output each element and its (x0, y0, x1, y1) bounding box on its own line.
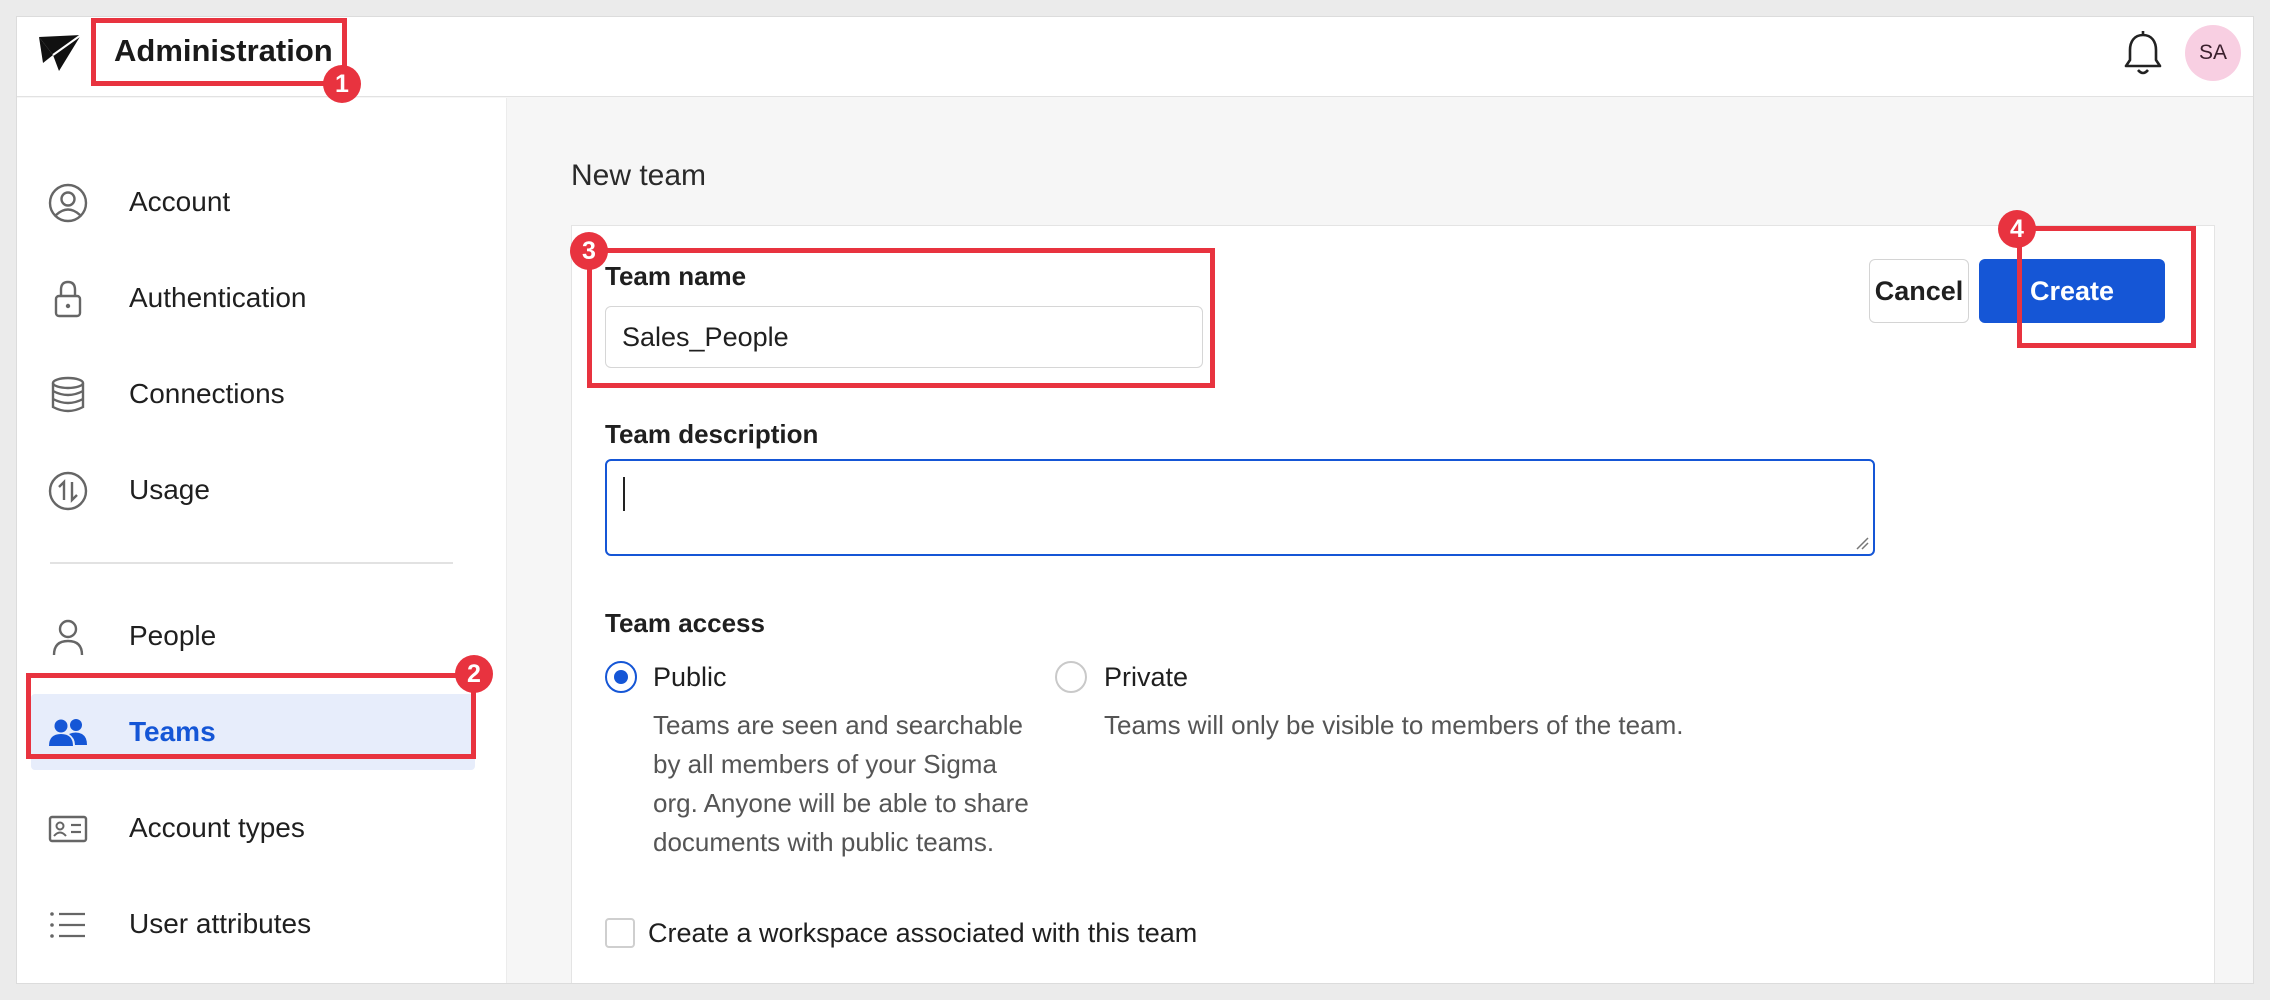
sidebar-item-account-types[interactable]: Account types (31, 790, 475, 866)
sidebar-item-label: Account (129, 186, 231, 217)
private-description: Teams will only be visible to members of… (1104, 710, 1684, 740)
sidebar-item-label: Authentication (129, 282, 307, 313)
app-window: Administration SA Account Authentication (16, 16, 2254, 984)
page-title: Administration (114, 33, 333, 68)
id-card-icon (47, 808, 89, 850)
text-caret (623, 477, 625, 511)
usage-arrows-icon (47, 470, 89, 512)
sidebar-item-label: Teams (129, 716, 216, 747)
admin-sidebar: Account Authentication Connections Usage (17, 98, 507, 983)
annotation-marker-4: 4 (1998, 210, 2036, 248)
user-avatar[interactable]: SA (2185, 25, 2241, 81)
person-icon (47, 616, 89, 658)
new-team-form: Team name Cancel Create Team description… (571, 225, 2215, 983)
sidebar-item-label: Usage (129, 474, 210, 505)
sigma-logo-icon[interactable] (37, 33, 83, 75)
team-name-label: Team name (605, 261, 747, 291)
public-radio-label[interactable]: Public (653, 662, 727, 693)
workspace-checkbox[interactable] (605, 918, 635, 948)
team-description-textarea[interactable] (605, 459, 1875, 556)
create-button[interactable]: Create (1979, 259, 2165, 323)
sidebar-item-connections[interactable]: Connections (31, 356, 475, 432)
lock-icon (47, 278, 89, 320)
sidebar-divider (50, 562, 453, 564)
sidebar-item-label: Account types (129, 812, 305, 843)
resize-grip-icon[interactable] (1853, 534, 1869, 550)
sidebar-item-usage[interactable]: Usage (31, 452, 475, 528)
sidebar-item-authentication[interactable]: Authentication (31, 260, 475, 336)
form-title: New team (571, 159, 707, 192)
private-radio[interactable] (1055, 661, 1087, 693)
bell-icon[interactable] (2121, 29, 2165, 79)
sidebar-item-label: User attributes (129, 908, 312, 939)
sidebar-item-teams[interactable]: Teams (31, 694, 475, 770)
public-radio[interactable] (605, 661, 637, 693)
workspace-checkbox-label[interactable]: Create a workspace associated with this … (648, 918, 1197, 949)
sidebar-item-label: People (129, 620, 217, 651)
sidebar-item-people[interactable]: People (31, 598, 475, 674)
annotation-marker-2: 2 (455, 655, 493, 693)
team-description-label: Team description (605, 419, 819, 449)
team-name-input[interactable] (605, 306, 1203, 368)
sidebar-item-account[interactable]: Account (31, 164, 475, 240)
sidebar-item-user-attributes[interactable]: User attributes (31, 886, 475, 962)
team-access-label: Team access (605, 608, 765, 638)
database-icon (47, 374, 89, 416)
private-radio-label[interactable]: Private (1104, 662, 1188, 693)
team-icon (47, 712, 89, 754)
annotation-marker-3: 3 (570, 232, 608, 270)
cancel-button[interactable]: Cancel (1869, 259, 1969, 323)
list-icon (47, 904, 89, 946)
public-description: Teams are seen and searchable by all mem… (653, 710, 1029, 857)
user-circle-icon (47, 182, 89, 224)
annotation-marker-1: 1 (323, 65, 361, 103)
sidebar-item-label: Connections (129, 378, 285, 409)
